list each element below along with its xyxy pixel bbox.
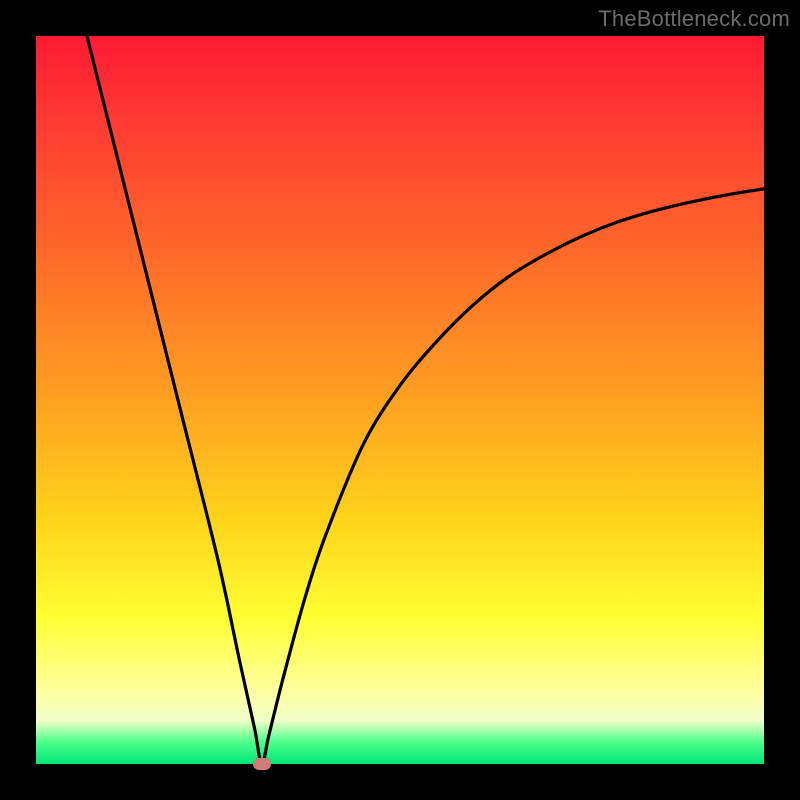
chart-frame: TheBottleneck.com bbox=[0, 0, 800, 800]
watermark-text: TheBottleneck.com bbox=[598, 6, 790, 32]
bottleneck-curve bbox=[36, 36, 764, 764]
plot-area bbox=[36, 36, 764, 764]
optimum-marker bbox=[253, 758, 271, 770]
